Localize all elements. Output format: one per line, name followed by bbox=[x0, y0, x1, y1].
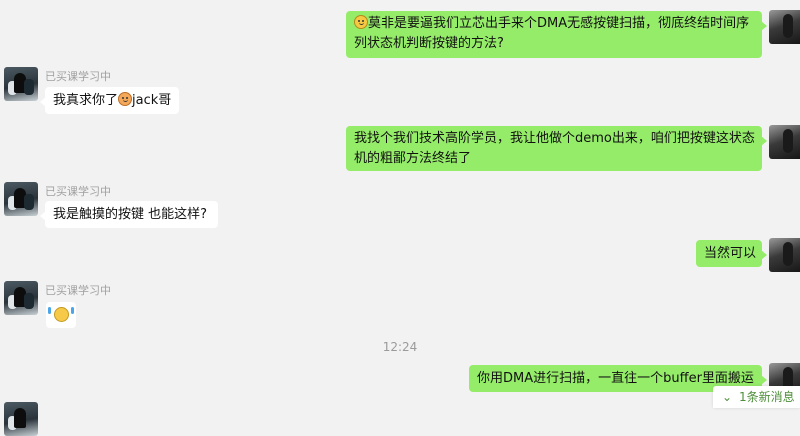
message-bubble-incoming[interactable]: 我是触摸的按键 也能这样? bbox=[40, 201, 218, 228]
sender-name: 已买课学习中 bbox=[45, 284, 111, 297]
message-text: 当然可以 bbox=[704, 246, 757, 261]
shy-face-icon bbox=[118, 92, 133, 106]
message-timestamp: 12:24 bbox=[382, 340, 418, 354]
my-avatar[interactable] bbox=[769, 125, 800, 159]
sender-name: 已买课学习中 bbox=[45, 70, 111, 83]
message-text-line: 莫非是要逼我们立芯出手来个DMA无感按键扫描，彻底终结时间序 bbox=[354, 14, 754, 34]
crying-face-icon bbox=[54, 307, 69, 322]
contact-avatar[interactable] bbox=[4, 402, 38, 436]
message-text: 莫非是要逼我们立芯出手来个DMA无感按键扫描，彻底终结时间序 bbox=[368, 16, 750, 31]
sticker-message[interactable] bbox=[46, 302, 76, 328]
message-text-line: 我找个我们技术高阶学员，我让他做个demo出来，咱们把按键这状态 bbox=[354, 131, 755, 146]
message-bubble-outgoing[interactable]: 莫非是要逼我们立芯出手来个DMA无感按键扫描，彻底终结时间序 列状态机判断按键的… bbox=[346, 11, 767, 58]
my-avatar[interactable] bbox=[769, 10, 800, 44]
contact-avatar[interactable] bbox=[4, 281, 38, 315]
my-avatar[interactable] bbox=[769, 238, 800, 272]
message-text: 我真求你了 bbox=[53, 93, 119, 108]
chevron-down-icon: ⌄ bbox=[722, 390, 733, 404]
cat-face-icon bbox=[354, 15, 368, 29]
message-bubble-outgoing[interactable]: 当然可以 bbox=[696, 240, 767, 267]
contact-avatar[interactable] bbox=[4, 182, 38, 216]
message-text: 你用DMA进行扫描，一直往一个buffer里面搬运 bbox=[477, 371, 754, 386]
contact-avatar[interactable] bbox=[4, 67, 38, 101]
message-text-line: 机的粗鄙方法终结了 bbox=[354, 151, 472, 166]
message-text-line: 列状态机判断按键的方法? bbox=[354, 36, 504, 51]
chat-message-area[interactable]: 莫非是要逼我们立芯出手来个DMA无感按键扫描，彻底终结时间序 列状态机判断按键的… bbox=[0, 0, 800, 436]
sender-name: 已买课学习中 bbox=[45, 185, 111, 198]
new-message-label: 1条新消息 bbox=[739, 390, 795, 404]
message-bubble-incoming[interactable]: 我真求你了 jack哥 bbox=[40, 87, 179, 114]
message-text: jack哥 bbox=[132, 93, 172, 108]
message-text: 我是触摸的按键 也能这样? bbox=[53, 207, 208, 222]
new-message-button[interactable]: ⌄ 1条新消息 bbox=[713, 386, 800, 408]
message-bubble-outgoing[interactable]: 我找个我们技术高阶学员，我让他做个demo出来，咱们把按键这状态 机的粗鄙方法终… bbox=[346, 126, 767, 171]
